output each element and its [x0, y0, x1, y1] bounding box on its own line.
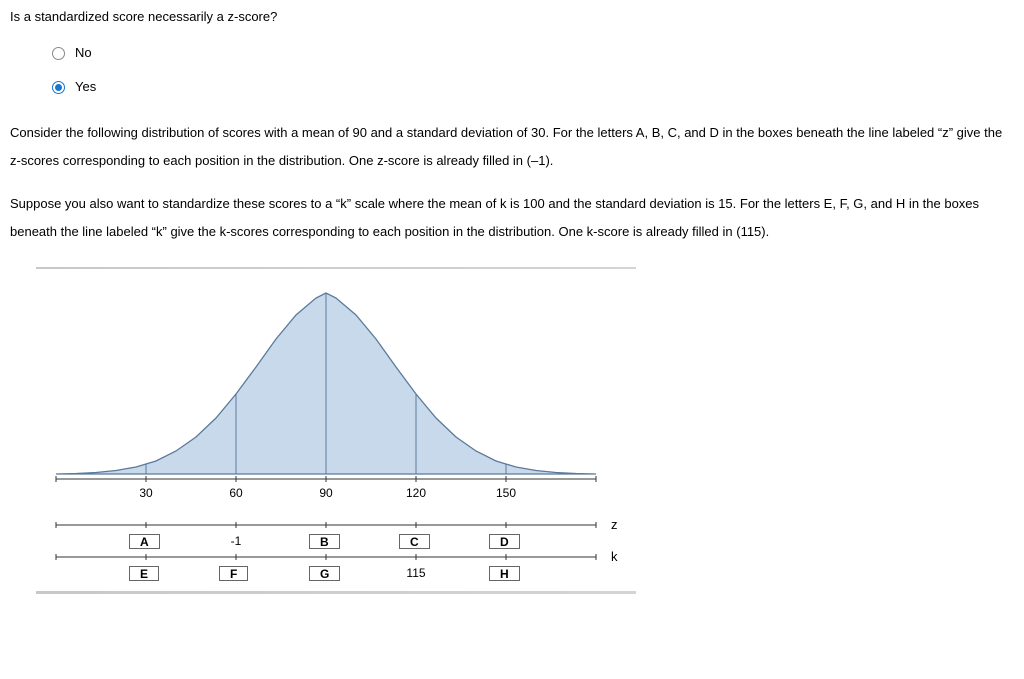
- k-box-G[interactable]: G: [309, 566, 340, 581]
- z-row-label: z: [611, 519, 618, 532]
- radio-option-yes[interactable]: Yes: [52, 78, 1014, 96]
- radio-icon-checked: [52, 81, 65, 94]
- question2-para1: Consider the following distribution of s…: [10, 119, 1014, 176]
- axis-tick-150: 150: [496, 486, 516, 500]
- divider-bottom: [36, 591, 636, 594]
- k-row-label: k: [611, 551, 618, 564]
- axis-tick-60: 60: [229, 486, 243, 500]
- k-axis-row: k E F G 115 H: [36, 551, 621, 583]
- question1-text: Is a standardized score necessarily a z-…: [10, 8, 1014, 26]
- z-axis-row: z A -1 B C D: [36, 519, 621, 551]
- axis-tick-90: 90: [319, 486, 333, 500]
- radio-group: No Yes: [52, 44, 1014, 96]
- radio-option-no[interactable]: No: [52, 44, 1014, 62]
- radio-label-yes: Yes: [75, 78, 96, 96]
- divider-top: [36, 267, 636, 270]
- radio-label-no: No: [75, 44, 92, 62]
- z-box-A[interactable]: A: [129, 534, 160, 549]
- k-text-115: 115: [406, 566, 425, 580]
- question2-para2: Suppose you also want to standardize the…: [10, 190, 1014, 247]
- z-box-D[interactable]: D: [489, 534, 520, 549]
- axis-tick-30: 30: [139, 486, 153, 500]
- radio-icon: [52, 47, 65, 60]
- k-box-E[interactable]: E: [129, 566, 159, 581]
- z-text-neg1: -1: [231, 534, 242, 548]
- axis-tick-120: 120: [406, 486, 426, 500]
- k-box-H[interactable]: H: [489, 566, 520, 581]
- z-box-C[interactable]: C: [399, 534, 430, 549]
- k-box-F[interactable]: F: [219, 566, 248, 581]
- z-box-B[interactable]: B: [309, 534, 340, 549]
- diagram-container: 30 60 90 120 150 z A -1 B C D k E F G: [36, 267, 636, 594]
- distribution-chart: 30 60 90 120 150: [36, 279, 621, 519]
